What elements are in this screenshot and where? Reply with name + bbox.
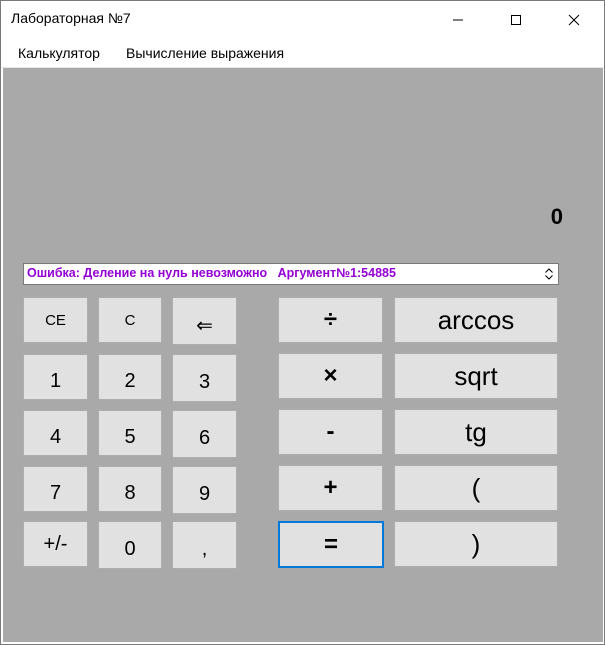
calculator-panel: 0 Ошибка: Деление на нуль невозможно Арг…: [3, 68, 603, 642]
digit-8-button[interactable]: 8: [98, 466, 162, 512]
digit-0-button[interactable]: 0: [98, 521, 162, 569]
digit-6-button[interactable]: 6: [172, 410, 237, 458]
menu-expression[interactable]: Вычисление выражения: [126, 45, 284, 61]
menu-bar: Калькулятор Вычисление выражения: [1, 38, 604, 68]
digit-7-button[interactable]: 7: [23, 466, 88, 512]
digit-1-button[interactable]: 1: [23, 354, 88, 400]
subtract-button[interactable]: -: [278, 409, 383, 455]
equals-button[interactable]: =: [278, 521, 384, 568]
window-title: Лабораторная №7: [11, 10, 131, 26]
comma-button[interactable]: ,: [172, 521, 237, 569]
add-button[interactable]: +: [278, 465, 383, 511]
c-button[interactable]: C: [98, 297, 162, 343]
result-display: 0: [550, 204, 563, 229]
close-icon: [568, 14, 580, 25]
ce-button[interactable]: CE: [23, 297, 88, 343]
digit-5-button[interactable]: 5: [98, 410, 162, 456]
digit-9-button[interactable]: 9: [172, 466, 237, 514]
title-bar[interactable]: Лабораторная №7: [1, 1, 604, 38]
history-spinner[interactable]: [541, 265, 557, 283]
tg-button[interactable]: tg: [394, 409, 558, 455]
minimize-icon: [453, 19, 463, 20]
digit-2-button[interactable]: 2: [98, 354, 162, 400]
menu-calculator[interactable]: Калькулятор: [18, 45, 100, 61]
chevron-up-icon[interactable]: [545, 268, 553, 273]
history-box[interactable]: Ошибка: Деление на нуль невозможно Аргум…: [23, 263, 559, 285]
divide-button[interactable]: ÷: [278, 297, 383, 343]
maximize-icon: [511, 14, 521, 25]
history-text: Ошибка: Деление на нуль невозможно Аргум…: [27, 266, 396, 280]
arccos-button[interactable]: arccos: [394, 297, 558, 343]
digit-3-button[interactable]: 3: [172, 354, 237, 402]
plus-minus-button[interactable]: +/-: [23, 521, 88, 567]
minimize-button[interactable]: [429, 1, 487, 38]
chevron-down-icon[interactable]: [545, 275, 553, 280]
close-button[interactable]: [545, 1, 603, 38]
backspace-button[interactable]: ⇐: [172, 297, 237, 345]
right-paren-button[interactable]: ): [394, 521, 558, 567]
maximize-button[interactable]: [487, 1, 545, 38]
app-window: Лабораторная №7 Калькулятор Вычисление в…: [0, 0, 605, 645]
digit-4-button[interactable]: 4: [23, 410, 88, 456]
left-paren-button[interactable]: (: [394, 465, 558, 511]
sqrt-button[interactable]: sqrt: [394, 353, 558, 399]
multiply-button[interactable]: ×: [278, 353, 383, 399]
